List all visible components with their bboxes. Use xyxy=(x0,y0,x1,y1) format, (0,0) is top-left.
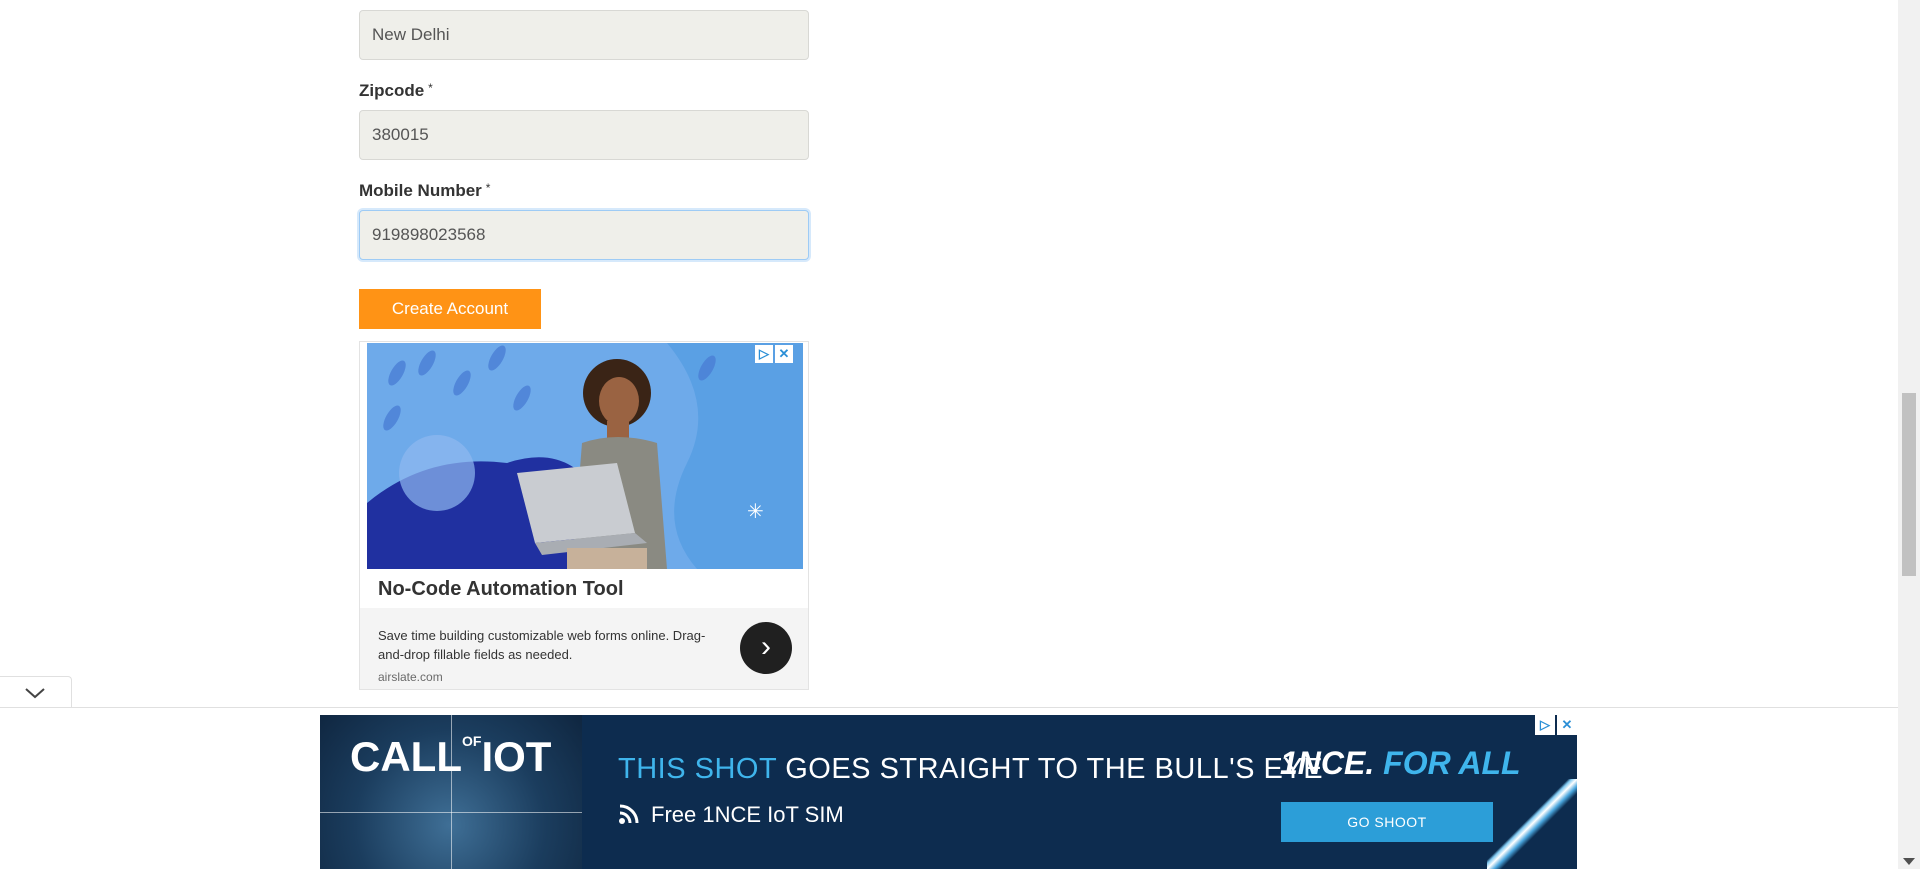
go-shoot-button[interactable]: GO SHOOT xyxy=(1281,802,1493,842)
banner-ad[interactable]: CALLOFIOT THIS SHOT GOES STRAIGHT TO THE… xyxy=(320,715,1577,869)
required-marker: * xyxy=(485,181,491,195)
ad-domain[interactable]: airslate.com xyxy=(378,670,443,684)
svg-text:✳: ✳ xyxy=(747,501,764,523)
chevron-down-icon xyxy=(25,688,45,699)
adchoices-icon[interactable]: ▷ xyxy=(755,345,773,363)
ad-choices[interactable]: ▷ ✕ xyxy=(755,345,793,363)
banner-logo-panel: CALLOFIOT xyxy=(320,715,582,869)
inline-ad[interactable]: ✳ ▷ ✕ No-Code Automation Tool Save time … xyxy=(359,341,809,690)
scrollbar-thumb[interactable] xyxy=(1902,393,1916,576)
banner-brand: 1NCE. FOR ALL xyxy=(1280,745,1521,781)
ad-footer[interactable]: Save time building customizable web form… xyxy=(360,608,808,689)
adchoices-icon[interactable]: ▷ xyxy=(1535,715,1555,735)
collapse-ad-button[interactable] xyxy=(0,676,72,708)
required-marker: * xyxy=(428,81,433,95)
close-icon[interactable]: ✕ xyxy=(1557,715,1577,735)
zipcode-label: Zipcode * xyxy=(359,81,433,100)
banner-headline: THIS SHOT GOES STRAIGHT TO THE BULL'S EY… xyxy=(618,753,1324,785)
ad-illustration: ✳ xyxy=(367,343,803,569)
mobile-number-label: Mobile Number * xyxy=(359,181,491,200)
page: Zipcode* Mobile Number* Create Account xyxy=(0,0,1920,869)
banner-logo: CALLOFIOT xyxy=(350,733,552,780)
ad-image[interactable]: ✳ ▷ ✕ xyxy=(367,343,803,569)
rss-icon xyxy=(619,804,639,824)
chevron-right-icon[interactable]: › xyxy=(740,622,792,674)
vertical-scrollbar[interactable] xyxy=(1898,0,1920,869)
ad-bar-divider xyxy=(0,707,1898,708)
crosshair-line xyxy=(320,812,582,813)
city-input[interactable] xyxy=(359,10,809,60)
ad-description: Save time building customizable web form… xyxy=(378,628,706,662)
banner-decoration xyxy=(1487,779,1577,869)
zipcode-input[interactable] xyxy=(359,110,809,160)
create-account-button[interactable]: Create Account xyxy=(359,289,541,329)
ad-title[interactable]: No-Code Automation Tool xyxy=(378,578,624,601)
scroll-down-arrow-icon[interactable] xyxy=(1903,858,1915,865)
close-icon[interactable]: ✕ xyxy=(775,345,793,363)
mobile-number-input[interactable] xyxy=(359,210,809,260)
banner-subline: Free 1NCE IoT SIM xyxy=(651,802,844,827)
banner-ad-choices[interactable]: ▷ ✕ xyxy=(1535,715,1577,735)
